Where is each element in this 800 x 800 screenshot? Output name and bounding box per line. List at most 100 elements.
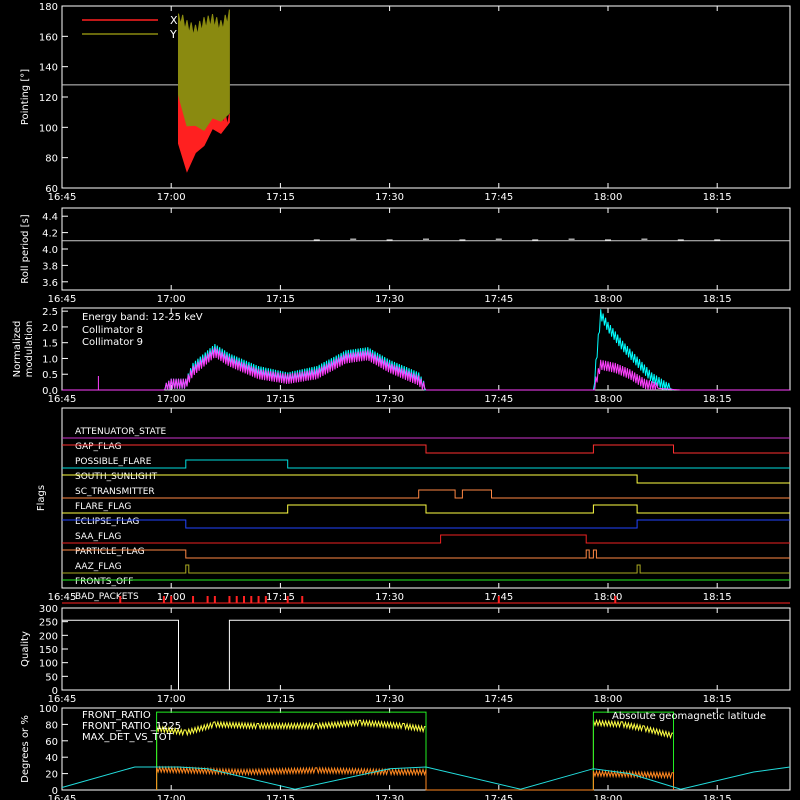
y-tick-label: 2.5 <box>42 307 58 318</box>
series-max-det-vs-tot <box>156 765 674 791</box>
x-tick-label: 17:45 <box>484 694 513 705</box>
y-axis-label: Pointing [°] <box>20 69 31 125</box>
y-tick-label: 1.5 <box>42 339 58 350</box>
legend-label: FRONT_RATIO <box>82 710 151 721</box>
y-tick-label: 0 <box>52 686 58 697</box>
x-tick-label: 18:00 <box>594 794 623 800</box>
y-tick-label: 3.6 <box>42 278 58 289</box>
x-tick-label: 18:00 <box>594 694 623 705</box>
y-tick-label: 200 <box>39 631 58 642</box>
x-tick-label: 18:15 <box>703 694 732 705</box>
y-tick-label: 1.0 <box>42 354 58 365</box>
x-tick-label: 17:30 <box>375 394 404 405</box>
y-tick-label: 0.5 <box>42 370 58 381</box>
y-tick-label: 100 <box>39 123 58 134</box>
ratios-panel: 16:45 17:00 17:15 17:30 17:45 18:00 18:1502040… <box>20 704 791 800</box>
legend-label: Collimator 9 <box>82 337 143 348</box>
x-tick-label: 17:15 <box>266 794 295 800</box>
y-tick-label: 0 <box>52 786 58 797</box>
series-front-ratio <box>156 718 674 791</box>
panel-frame <box>61 207 791 291</box>
flag-line-south-sunlight <box>62 474 790 484</box>
x-tick-label: 18:15 <box>703 794 732 800</box>
y-axis-label: Degrees or % <box>20 715 31 783</box>
y-axis-label: Roll period [s] <box>20 214 31 283</box>
flag-label: BAD_PACKETS <box>75 592 139 602</box>
pointing-panel: 16:45 17:00 17:15 17:30 17:45 18:00 18:1560801… <box>20 2 791 203</box>
y-tick-label: 140 <box>39 63 58 74</box>
x-tick-label: 17:30 <box>375 294 404 305</box>
y-tick-label: 3.8 <box>42 261 58 272</box>
legend-title: Energy band: 12-25 keV <box>82 312 203 323</box>
x-tick-label: 17:00 <box>157 794 186 800</box>
y-tick-label: 50 <box>45 672 58 683</box>
series-y-band <box>177 9 230 131</box>
flag-label: POSSIBLE_FLARE <box>75 457 152 467</box>
y-tick-label: 80 <box>45 720 58 731</box>
y-tick-label: 60 <box>45 737 58 748</box>
y-axis-label: Flags <box>36 485 47 511</box>
y-tick-label: 20 <box>45 770 58 781</box>
flag-line-particle-flag <box>62 549 790 559</box>
x-tick-label: 18:00 <box>594 192 623 203</box>
x-tick-label: 17:00 <box>157 694 186 705</box>
y-tick-label: 4.4 <box>42 212 58 223</box>
flag-line-saa-flag <box>62 534 790 544</box>
x-tick-label: 16:45 <box>48 592 77 603</box>
y-tick-label: 4.0 <box>42 245 58 256</box>
legend-label: MAX_DET_VS_TOT <box>82 732 174 743</box>
modulation-panel: 16:45 17:00 17:15 17:30 17:45 18:00 18:150.00.… <box>12 307 791 405</box>
y-tick-label: 0.0 <box>42 386 58 397</box>
flag-label: GAP_FLAG <box>75 442 121 452</box>
y-tick-label: 60 <box>45 184 58 195</box>
x-tick-label: 17:30 <box>375 592 404 603</box>
y-axis-label-line2: modulation <box>24 321 35 378</box>
y-tick-label: 120 <box>39 93 58 104</box>
flag-line-possible-flare <box>62 459 790 469</box>
observation-summary-plot: 16:45 17:00 17:15 17:30 17:45 18:00 18:15 60 80 1… <box>12 2 791 800</box>
flag-label: FRONTS_OFF <box>75 577 133 587</box>
flag-label: PARTICLE_FLAG <box>75 547 145 557</box>
x-tick-label: 17:45 <box>484 192 513 203</box>
roll-panel: 16:45 17:00 17:15 17:30 17:45 18:00 18:15 3.6 3.… <box>20 207 791 305</box>
y-tick-label: 40 <box>45 753 58 764</box>
x-tick-label: 16:45 <box>48 294 77 305</box>
flags-panel: 16:4517:0017:1517:3017:4518:0018:15Flags… <box>36 407 791 604</box>
y-tick-label: 300 <box>39 604 58 615</box>
flag-label: SOUTH_SUNLIGHT <box>75 472 158 482</box>
y-tick-label: 250 <box>39 618 58 629</box>
annotation-label: Absolute geomagnetic latitude <box>612 711 766 722</box>
x-tick-label: 17:45 <box>484 794 513 800</box>
x-tick-label: 18:15 <box>703 192 732 203</box>
x-tick-label: 17:15 <box>266 294 295 305</box>
flag-line-eclipse-flag <box>62 519 790 529</box>
flag-label: AAZ_FLAG <box>75 562 122 572</box>
y-tick-label: 2.0 <box>42 323 58 334</box>
x-tick-label: 17:45 <box>484 394 513 405</box>
x-tick-label: 18:15 <box>703 394 732 405</box>
y-tick-label: 100 <box>39 659 58 670</box>
y-tick-label: 180 <box>39 2 58 13</box>
series-quality <box>62 619 790 691</box>
x-tick-label: 17:15 <box>266 694 295 705</box>
x-tick-label: 17:00 <box>157 192 186 203</box>
x-tick-label: 18:15 <box>703 294 732 305</box>
legend-label: Collimator 8 <box>82 325 143 336</box>
flag-label: SAA_FLAG <box>75 532 121 542</box>
flag-line-aaz-flag <box>62 564 790 574</box>
legend-label: X <box>170 14 178 27</box>
y-tick-label: 80 <box>45 154 58 165</box>
x-tick-label: 17:15 <box>266 394 295 405</box>
y-tick-label: 100 <box>39 704 58 715</box>
flag-line-sc-transmitter <box>62 489 790 499</box>
y-axis-label: Quality <box>20 631 31 667</box>
legend-label: FRONT_RATIO_1225 <box>82 721 181 732</box>
y-tick-label: 160 <box>39 32 58 43</box>
x-tick-label: 17:45 <box>484 294 513 305</box>
x-tick-label: 17:15 <box>266 192 295 203</box>
y-axis-label-line1: Normalized <box>12 321 23 378</box>
flag-line-flare-flag <box>62 504 790 514</box>
x-tick-label: 17:15 <box>266 592 295 603</box>
x-tick-label: 18:00 <box>594 394 623 405</box>
x-tick-label: 18:00 <box>594 294 623 305</box>
